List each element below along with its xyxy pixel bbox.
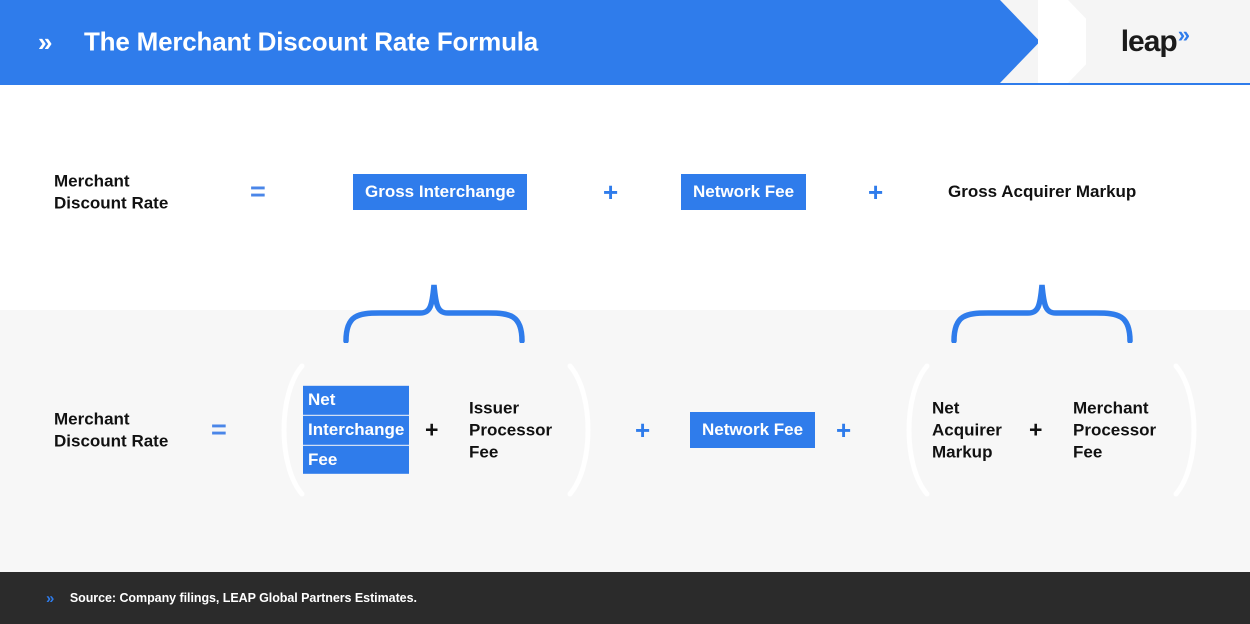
footer-double-chevron-right-icon: »: [46, 589, 54, 607]
row2-group1-inner-plus: +: [425, 416, 439, 443]
row1-equals-sign: =: [250, 176, 266, 207]
logo-wordmark: leap: [1120, 24, 1178, 58]
group2-paren-close-icon: [1173, 363, 1197, 497]
row1-plus-2: +: [868, 177, 884, 207]
formula-row-net: Merchant Discount Rate = Net Interchange…: [0, 360, 1250, 500]
row2-term-issuer-processor-fee: Issuer Processor Fee: [469, 398, 553, 461]
row2-label-merchant-discount-rate: Merchant Discount Rate: [54, 409, 169, 450]
header-bar: » The Merchant Discount Rate Formula lea…: [0, 0, 1250, 83]
footer-bar: » Source: Company filings, LEAP Global P…: [0, 572, 1250, 624]
row2-term-merchant-processor-fee: Merchant Processor Fee: [1073, 398, 1157, 461]
row1-term-network-fee: Network Fee: [681, 174, 807, 210]
row2-nif-line-3: Fee: [303, 445, 410, 475]
source-note: Source: Company filings, LEAP Global Par…: [69, 591, 417, 605]
row2-group2-inner-plus: +: [1029, 416, 1043, 443]
group1-paren-close-icon: [567, 363, 591, 497]
slide-root: » The Merchant Discount Rate Formula lea…: [0, 0, 1250, 624]
row2-term-net-acquirer-markup: Net Acquirer Markup: [932, 398, 1002, 461]
row2-plus-1: +: [635, 415, 651, 445]
brace-left-icon: [343, 284, 525, 343]
logo-quote-icon: »: [1177, 21, 1190, 47]
page-title: The Merchant Discount Rate Formula: [84, 26, 539, 56]
row2-plus-2: +: [836, 415, 852, 445]
formula-row-gross: Merchant Discount Rate = Gross Interchan…: [0, 160, 1250, 224]
row1-term-gross-acquirer-markup: Gross Acquirer Markup: [948, 182, 1137, 202]
group2-paren-open-icon: [906, 363, 930, 497]
header-notch: [1038, 0, 1086, 83]
row2-equals-sign: =: [211, 414, 227, 445]
double-chevron-right-icon: »: [38, 26, 53, 57]
row1-plus-1: +: [603, 177, 619, 207]
row2-nif-line-2: Interchange: [303, 415, 410, 445]
row2-term-network-fee: Network Fee: [690, 412, 816, 448]
row2-nif-line-1: Net: [303, 385, 410, 415]
brace-right-icon: [951, 284, 1133, 343]
row1-label-merchant-discount-rate: Merchant Discount Rate: [54, 171, 169, 212]
row1-term-gross-interchange: Gross Interchange: [353, 174, 528, 210]
row2-term-net-interchange-fee: Net Interchange Fee: [303, 385, 410, 475]
leap-logo: leap »: [1120, 21, 1190, 58]
